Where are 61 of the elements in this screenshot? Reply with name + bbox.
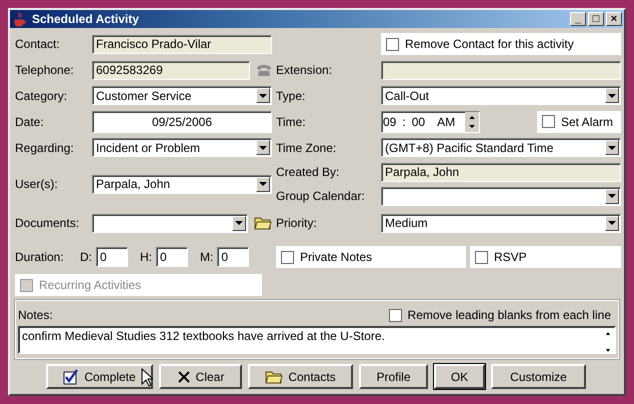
checkbox-label: Remove leading blanks from each line (408, 308, 611, 322)
action-button[interactable]: Profile (359, 364, 428, 389)
checkbox-label: RSVP (494, 250, 527, 264)
maximize-button[interactable]: □ (588, 12, 604, 26)
field-label: Regarding: (15, 140, 75, 154)
field-label: Documents: (15, 216, 80, 230)
spinner-icon[interactable] (465, 112, 479, 132)
field-label: Category: (15, 88, 68, 102)
checkbox-label: Private Notes (300, 250, 372, 264)
text-field[interactable]: 0 (96, 247, 128, 267)
window-title: Scheduled Activity (32, 12, 140, 26)
cup-icon (12, 11, 28, 27)
checkbox[interactable] (542, 115, 555, 128)
dropdown[interactable] (92, 214, 248, 232)
action-button[interactable]: Clear (159, 364, 242, 389)
field-label: Time Zone: (276, 140, 338, 154)
action-button[interactable]: OK (434, 364, 485, 389)
field-label: H: (140, 250, 152, 264)
text-field[interactable]: 0 (156, 247, 188, 267)
checkbox[interactable] (386, 38, 399, 50)
minimize-button[interactable]: _ (570, 12, 586, 26)
field-label: Duration: (15, 250, 65, 264)
checkbox-label: Set Alarm (561, 114, 614, 128)
action-button[interactable]: Customize (491, 364, 586, 389)
dropdown[interactable]: Call-Out (381, 86, 621, 105)
dropdown[interactable] (381, 186, 621, 206)
field-label: Telephone: (15, 63, 75, 77)
checkbox-icon (63, 368, 80, 384)
field-label: D: (80, 250, 92, 264)
checkbox[interactable] (281, 250, 294, 264)
field-label: Type: (276, 88, 306, 102)
close-icon (176, 370, 191, 384)
notes-label: Notes: (18, 308, 53, 322)
field-label: Time: (276, 114, 307, 128)
field-label: Priority: (276, 216, 318, 230)
time-field[interactable]: 09 : 00 AM (381, 110, 480, 132)
date-field[interactable]: 09/25/2006 (92, 110, 272, 132)
checkbox[interactable] (475, 250, 488, 264)
dropdown[interactable]: Incident or Problem (92, 138, 272, 157)
field-label: Contact: (15, 37, 61, 51)
field-label: Date: (15, 114, 45, 128)
folder-icon (265, 370, 284, 384)
dropdown[interactable]: Parpala, John (92, 174, 272, 194)
field-label: User(s): (15, 177, 59, 191)
action-button[interactable]: Complete (46, 364, 153, 389)
text-field[interactable]: 0 (217, 247, 250, 267)
checkbox-label: Recurring Activities (39, 278, 142, 292)
field-label: M: (200, 250, 214, 264)
dropdown[interactable]: Customer Service (92, 86, 272, 105)
close-button[interactable]: × (606, 12, 622, 26)
folder-icon[interactable] (254, 216, 272, 230)
cursor-icon (141, 368, 153, 387)
field-label: Created By: (276, 165, 340, 179)
action-button[interactable]: Contacts (248, 364, 353, 389)
checkbox[interactable] (388, 308, 402, 322)
field-label: Group Calendar: (276, 189, 366, 203)
dropdown[interactable]: (GMT+8) Pacific Standard Time (381, 138, 621, 157)
notes-field[interactable]: confirm Medieval Studies 312 textbooks have arrived at the U-Store. (18, 326, 616, 354)
checkbox-label: Remove Contact for this activity (405, 37, 574, 51)
dropdown[interactable]: Medium (381, 214, 621, 232)
field-label: Extension: (276, 63, 334, 77)
